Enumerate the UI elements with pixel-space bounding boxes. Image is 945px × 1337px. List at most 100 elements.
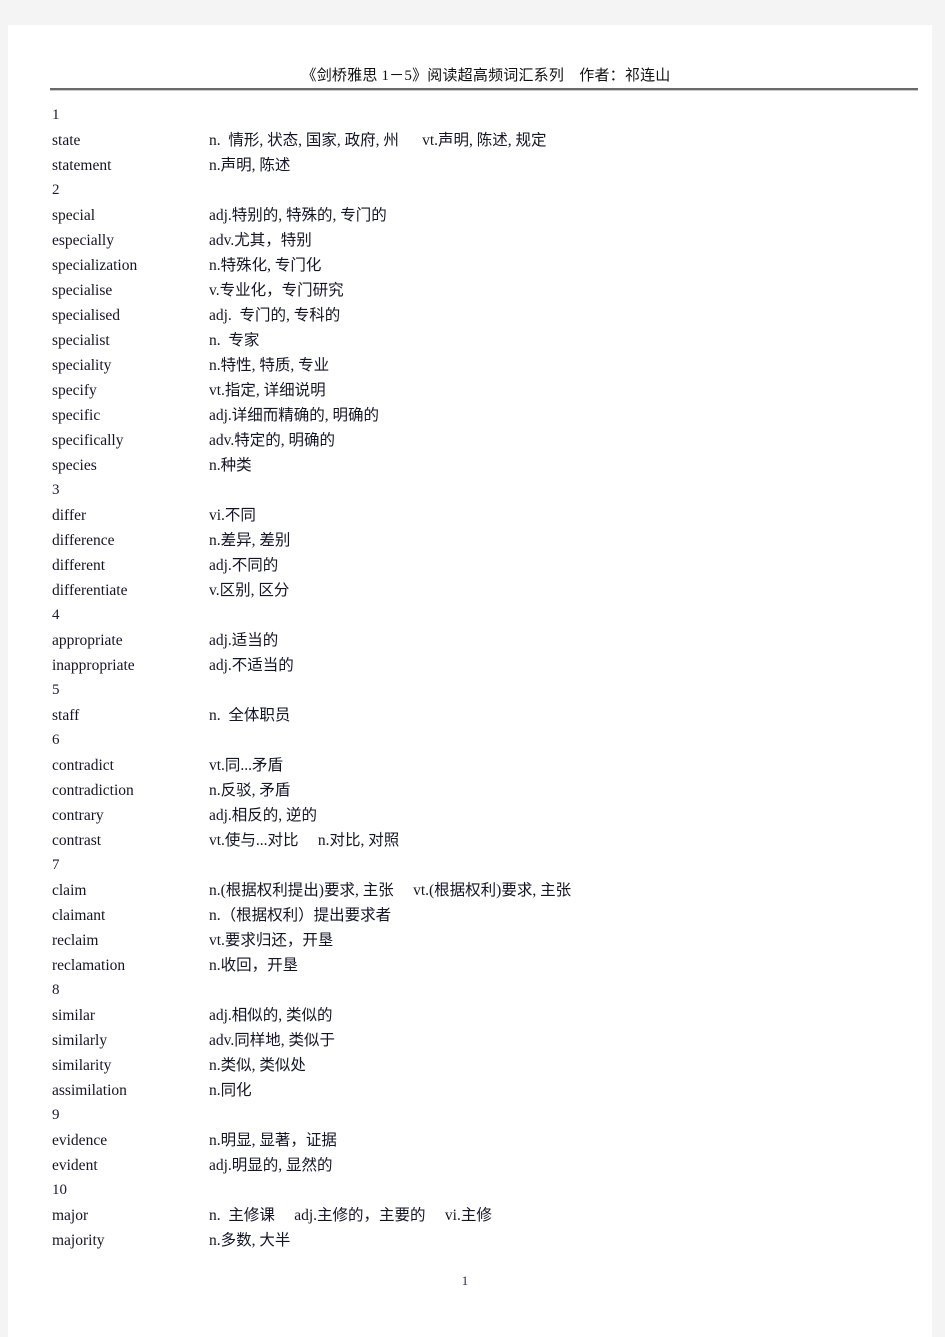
entry-word: major — [52, 1207, 89, 1224]
entry-definition: n.差异, 差别 — [209, 532, 291, 549]
entry-word: similarly — [52, 1032, 108, 1049]
entry-word: assimilation — [52, 1082, 127, 1099]
entry-definition: n.多数, 大半 — [209, 1232, 291, 1249]
vocabulary-group: 8 similar adj.相似的, 类似的 similarly adv.同样地, 类似… — [51, 978, 926, 1103]
entry-definition: n. 主修课 adj.主修的，主要的 vi.主修 — [209, 1207, 492, 1224]
group-number: 9 — [52, 1107, 60, 1123]
vocabulary-group: 3 differ vi.不同 difference n.差异, 差别 different a… — [51, 478, 926, 603]
group-number: 2 — [52, 182, 60, 198]
group-number: 6 — [52, 732, 60, 748]
vocabulary-entry: similarity n.类似, 类似处 — [51, 1053, 926, 1078]
vocabulary-entry: reclamation n.收回，开垦 — [51, 953, 926, 978]
vocabulary-group: 9 evidence n.明显, 显著，证据 evident adj.明显的, 显然的 — [51, 1103, 926, 1178]
vocabulary-entry: contradiction n.反驳, 矛盾 — [51, 778, 926, 803]
vocabulary-entry: major n. 主修课 adj.主修的，主要的 vi.主修 — [51, 1203, 926, 1228]
vocabulary-entry: similar adj.相似的, 类似的 — [51, 1003, 926, 1028]
vocabulary-group: 4 appropriate adj.适当的 inappropriate adj.不适当的 — [51, 603, 926, 678]
entry-definition: n.类似, 类似处 — [209, 1057, 306, 1074]
vocabulary-entry: reclaim vt.要求归还，开垦 — [51, 928, 926, 953]
vocabulary-entry: state n. 情形, 状态, 国家, 政府, 州 vt.声明, 陈述, 规定 — [51, 128, 926, 153]
entry-word: claimant — [52, 907, 106, 924]
group-number: 3 — [52, 482, 60, 498]
entry-word: difference — [52, 532, 115, 549]
vocabulary-entry: majority n.多数, 大半 — [51, 1228, 926, 1253]
entry-word: state — [52, 132, 81, 149]
entry-definition: n.特殊化, 专门化 — [209, 257, 322, 274]
entry-definition: adj.相反的, 逆的 — [209, 807, 318, 824]
header-title: 《剑桥雅思 1－5》阅读超高频词汇系列 作者：祁连山 — [301, 68, 671, 84]
entry-definition: n. 全体职员 — [209, 707, 291, 724]
group-number: 4 — [52, 607, 60, 623]
entry-definition: adv.特定的, 明确的 — [209, 432, 335, 449]
entry-definition: n.（根据权利）提出要求者 — [209, 907, 392, 924]
vocabulary-entry: specialise v.专业化，专门研究 — [51, 278, 926, 303]
entry-word: reclamation — [52, 957, 126, 974]
entry-definition: adj. 专门的, 专科的 — [209, 307, 341, 324]
vocabulary-entry: specialised adj. 专门的, 专科的 — [51, 303, 926, 328]
entry-definition: n.(根据权利提出)要求, 主张 vt.(根据权利)要求, 主张 — [209, 882, 572, 899]
entry-word: staff — [52, 707, 80, 724]
group-number: 1 — [52, 107, 60, 123]
entry-word: contrary — [52, 807, 104, 824]
entry-definition: vt.要求归还，开垦 — [209, 932, 334, 949]
vocabulary-entry: assimilation n.同化 — [51, 1078, 926, 1103]
vocabulary-entry: specialization n.特殊化, 专门化 — [51, 253, 926, 278]
group-number: 5 — [52, 682, 60, 698]
vocabulary-entry: speciality n.特性, 特质, 专业 — [51, 353, 926, 378]
vocabulary-entry: statement n.声明, 陈述 — [51, 153, 926, 178]
entry-word: especially — [52, 232, 114, 249]
vocabulary-entry: evidence n.明显, 显著，证据 — [51, 1128, 926, 1153]
page-number: 1 — [461, 1273, 469, 1288]
entry-word: special — [52, 207, 96, 224]
entry-definition: vt.同...矛盾 — [209, 757, 284, 774]
vocabulary-entry: contrary adj.相反的, 逆的 — [51, 803, 926, 828]
vocabulary-entry: contrast vt.使与...对比 n.对比, 对照 — [51, 828, 926, 853]
entry-word: speciality — [52, 357, 112, 374]
vocabulary-group: 7 claim n.(根据权利提出)要求, 主张 vt.(根据权利)要求, 主张 cl… — [51, 853, 926, 978]
entry-definition: n.特性, 特质, 专业 — [209, 357, 330, 374]
vocabulary-entry: claim n.(根据权利提出)要求, 主张 vt.(根据权利)要求, 主张 — [51, 878, 926, 903]
entry-word: similar — [52, 1007, 96, 1024]
vocabulary-entry: differentiate v.区别, 区分 — [51, 578, 926, 603]
entry-word: inappropriate — [52, 657, 135, 674]
entry-word: specialization — [52, 257, 138, 274]
entry-definition: adj.明显的, 显然的 — [209, 1157, 333, 1174]
entry-definition: adv.同样地, 类似于 — [209, 1032, 335, 1049]
vocabulary-entry: inappropriate adj.不适当的 — [51, 653, 926, 678]
entry-definition: adj.不同的 — [209, 557, 279, 574]
entry-definition: adj.详细而精确的, 明确的 — [209, 407, 380, 424]
vocabulary-entry: specific adj.详细而精确的, 明确的 — [51, 403, 926, 428]
entry-word: evident — [52, 1157, 98, 1174]
entry-definition: n.同化 — [209, 1082, 252, 1099]
entry-definition: n.种类 — [209, 457, 252, 474]
vocabulary-group: 10 major n. 主修课 adj.主修的，主要的 vi.主修 majority n… — [51, 1178, 926, 1253]
entry-definition: n.声明, 陈述 — [209, 157, 291, 174]
vocabulary-entry: differ vi.不同 — [51, 503, 926, 528]
vocabulary-entry: contradict vt.同...矛盾 — [51, 753, 926, 778]
vocabulary-entry: claimant n.（根据权利）提出要求者 — [51, 903, 926, 928]
entry-definition: adj.适当的 — [209, 632, 279, 649]
entry-word: reclaim — [52, 932, 99, 949]
vocabulary-entry: species n.种类 — [51, 453, 926, 478]
entry-definition: adj.特别的, 特殊的, 专门的 — [209, 207, 387, 224]
vocabulary-entry: appropriate adj.适当的 — [51, 628, 926, 653]
document-page: 《剑桥雅思 1－5》阅读超高频词汇系列 作者：祁连山 1 state n. 情形, … — [8, 25, 932, 1337]
entry-word: specialised — [52, 307, 121, 324]
entry-definition: vi.不同 — [209, 507, 256, 524]
entry-word: claim — [52, 882, 87, 899]
entry-word: specific — [52, 407, 101, 424]
vocabulary-list: 1 state n. 情形, 状态, 国家, 政府, 州 vt.声明, 陈述, 规定… — [51, 103, 926, 1253]
entry-word: similarity — [52, 1057, 112, 1074]
entry-word: different — [52, 557, 106, 574]
entry-definition: vt.使与...对比 n.对比, 对照 — [209, 832, 400, 849]
entry-word: contrast — [52, 832, 102, 849]
vocabulary-group: 2 special adj.特别的, 特殊的, 专门的 especially adv.尤… — [51, 178, 926, 478]
entry-definition: adv.尤其，特别 — [209, 232, 312, 249]
entry-word: species — [52, 457, 97, 474]
entry-word: specialist — [52, 332, 110, 349]
entry-word: specifically — [52, 432, 124, 449]
entry-word: differ — [52, 507, 87, 524]
entry-definition: adj.相似的, 类似的 — [209, 1007, 333, 1024]
entry-definition: n. 专家 — [209, 332, 260, 349]
vocabulary-entry: difference n.差异, 差别 — [51, 528, 926, 553]
